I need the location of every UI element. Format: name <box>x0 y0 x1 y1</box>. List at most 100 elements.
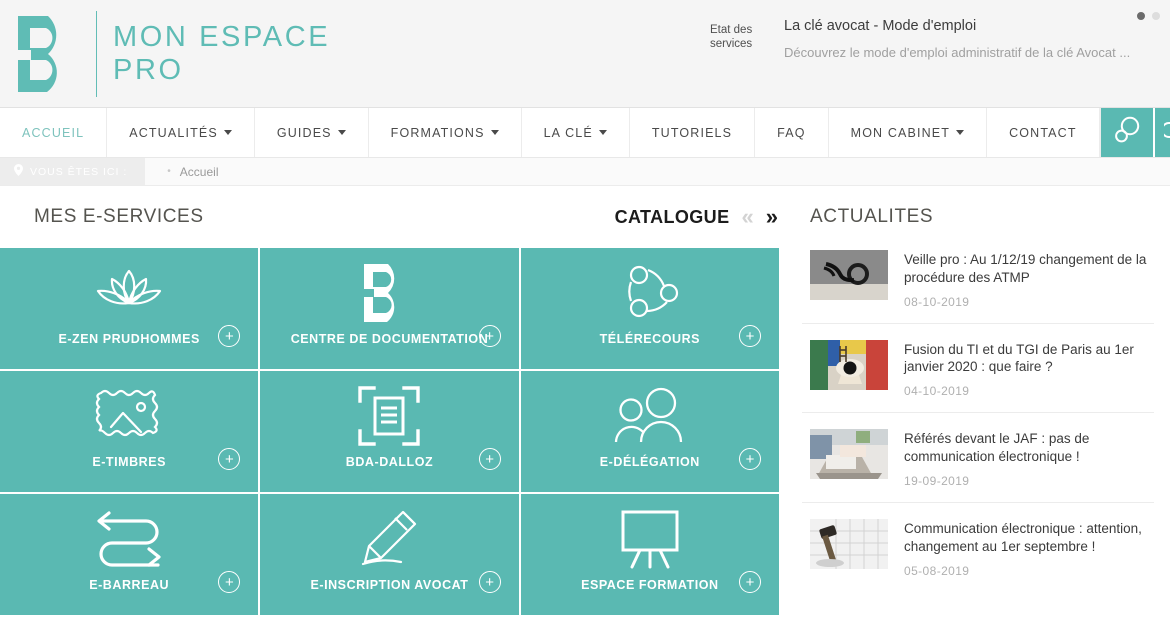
tile-centre-de-documentation[interactable]: CENTRE DE DOCUMENTATION + <box>260 248 519 369</box>
etat-des-services-label[interactable]: Etat des services <box>710 18 768 52</box>
news-date: 05-08-2019 <box>904 563 970 578</box>
page-root: MON ESPACE PRO Etat des services La clé … <box>0 0 1170 643</box>
document-scan-icon <box>357 379 421 453</box>
promo-subtitle: Découvrez le mode d'emploi administratif… <box>784 45 1131 60</box>
eservices-header: MES E-SERVICES CATALOGUE « » <box>0 186 790 248</box>
tile-add-button[interactable]: + <box>218 325 241 347</box>
bd-monogram-icon <box>358 256 420 330</box>
chevron-down-icon <box>337 130 346 135</box>
tile-telerecours[interactable]: TÉLÉRECOURS + <box>520 248 779 369</box>
news-item[interactable]: Référés devant le JAF : pas de communica… <box>802 413 1154 503</box>
nav-label-tutoriels: TUTORIELS <box>651 125 733 140</box>
tile-label: E-DÉLÉGATION <box>599 455 700 469</box>
lotus-flower-icon <box>86 256 172 330</box>
search-button[interactable] <box>1100 108 1153 157</box>
tile-e-inscription-avocat[interactable]: E-INSCRIPTION AVOCAT + <box>260 494 519 615</box>
tile-label: TÉLÉRECOURS <box>599 332 701 346</box>
tile-label: E-INSCRIPTION AVOCAT <box>310 578 469 592</box>
tile-bda-dalloz[interactable]: BDA-DALLOZ + <box>260 371 519 492</box>
catalogue-label[interactable]: CATALOGUE <box>615 207 730 228</box>
nav-label-la-cle: LA CLÉ <box>543 125 593 140</box>
tile-e-delegation[interactable]: E-DÉLÉGATION + <box>520 371 779 492</box>
logo-divider <box>96 10 97 97</box>
breadcrumb-path: • Accueil <box>145 158 218 185</box>
nav-item-formations[interactable]: FORMATIONS <box>369 108 522 157</box>
eservices-column: MES E-SERVICES CATALOGUE « » E-ZEN PRUDH… <box>0 186 790 643</box>
tile-e-zen-prudhommes[interactable]: E-ZEN PRUDHOMMES + <box>0 248 259 369</box>
tile-e-barreau[interactable]: E-BARREAU + <box>0 494 259 615</box>
tile-add-button[interactable]: + <box>478 571 501 593</box>
tile-label: E-TIMBRES <box>92 455 167 469</box>
tile-add-button[interactable]: + <box>739 448 761 470</box>
carousel-prev-icon[interactable]: « <box>742 206 754 228</box>
bookmark-icon <box>1160 117 1170 148</box>
carousel-dot-1[interactable] <box>1137 12 1145 20</box>
map-pin-icon <box>14 164 23 179</box>
tile-add-button[interactable]: + <box>478 448 501 470</box>
news-body: Communication électronique : attention, … <box>904 519 1154 578</box>
logo-wordmark: MON ESPACE PRO <box>113 21 330 86</box>
nav-label-formations: FORMATIONS <box>390 125 485 140</box>
nav-icon-group <box>1100 108 1170 157</box>
tile-add-button[interactable]: + <box>218 448 241 470</box>
news-item[interactable]: Veille pro : Au 1/12/19 changement de la… <box>802 234 1154 324</box>
breadcrumb-current[interactable]: Accueil <box>180 165 219 179</box>
chevron-down-icon <box>956 130 965 135</box>
news-headline: Communication électronique : attention, … <box>904 520 1142 554</box>
nav-item-faq[interactable]: FAQ <box>755 108 829 157</box>
carousel-dots[interactable] <box>1137 12 1160 20</box>
stamp-photo-icon <box>91 379 167 453</box>
nav-item-tutoriels[interactable]: TUTORIELS <box>630 108 756 157</box>
carousel-next-icon[interactable]: » <box>766 206 778 228</box>
whiteboard-easel-icon <box>614 502 686 576</box>
nav-label-actualites: ACTUALITÉS <box>129 125 218 140</box>
carousel-dot-2[interactable] <box>1152 12 1160 20</box>
page-body: MES E-SERVICES CATALOGUE « » E-ZEN PRUDH… <box>0 186 1170 643</box>
main-navigation: ACCUEIL ACTUALITÉS GUIDES FORMATIONS LA … <box>0 108 1170 158</box>
chevron-down-icon <box>223 130 232 135</box>
bookmark-button[interactable] <box>1152 108 1170 157</box>
logo-wordmark-line2: PRO <box>113 53 184 86</box>
etat-line1: Etat des <box>710 24 753 36</box>
tile-add-button[interactable]: + <box>739 571 761 593</box>
news-item[interactable]: Fusion du TI et du TGI de Paris au 1er j… <box>802 324 1154 414</box>
news-date: 08-10-2019 <box>904 294 970 309</box>
tile-e-timbres[interactable]: E-TIMBRES + <box>0 371 259 492</box>
nav-item-actualites[interactable]: ACTUALITÉS <box>107 108 255 157</box>
news-item[interactable]: Communication électronique : attention, … <box>802 503 1154 592</box>
nav-item-guides[interactable]: GUIDES <box>255 108 369 157</box>
news-body: Veille pro : Au 1/12/19 changement de la… <box>904 250 1154 309</box>
nav-label-guides: GUIDES <box>276 125 332 140</box>
catalogue-controls: CATALOGUE « » <box>615 206 778 228</box>
chevron-down-icon <box>490 130 499 135</box>
chevron-down-icon <box>598 130 607 135</box>
news-body: Référés devant le JAF : pas de communica… <box>904 429 1154 488</box>
nav-item-contact[interactable]: CONTACT <box>987 108 1100 157</box>
breadcrumb: VOUS ÊTES ICI : • Accueil <box>0 158 1170 186</box>
news-column: ACTUALITES Veille pro : Au 1/12/19 chang… <box>790 186 1170 643</box>
tile-add-button[interactable]: + <box>739 325 761 347</box>
tile-add-button[interactable]: + <box>478 325 501 347</box>
tile-espace-formation[interactable]: ESPACE FORMATION + <box>520 494 779 615</box>
news-headline: Référés devant le JAF : pas de communica… <box>904 431 1090 465</box>
nav-label-accueil: ACCUEIL <box>22 125 85 140</box>
news-headline: Veille pro : Au 1/12/19 changement de la… <box>904 252 1147 285</box>
bd-monogram-logo-icon <box>10 10 88 98</box>
promo-title: La clé avocat - Mode d'emploi <box>784 18 977 34</box>
nav-label-faq: FAQ <box>777 125 806 140</box>
site-logo[interactable]: MON ESPACE PRO <box>0 10 330 98</box>
tile-label: E-BARREAU <box>89 578 170 592</box>
breadcrumb-bullet-icon: • <box>167 166 171 177</box>
breadcrumb-here-label: VOUS ÊTES ICI : <box>0 158 146 185</box>
nav-item-mon-cabinet[interactable]: MON CABINET <box>829 108 988 157</box>
news-headline: Fusion du TI et du TGI de Paris au 1er j… <box>904 341 1134 375</box>
news-body: Fusion du TI et du TGI de Paris au 1er j… <box>904 340 1154 399</box>
breadcrumb-here-text: VOUS ÊTES ICI : <box>30 165 128 178</box>
tile-add-button[interactable]: + <box>218 571 241 593</box>
nav-item-la-cle[interactable]: LA CLÉ <box>522 108 630 157</box>
header-promo-area: Etat des services La clé avocat - Mode d… <box>710 12 1170 60</box>
exchange-arrows-icon <box>90 502 168 576</box>
promo-carousel[interactable]: La clé avocat - Mode d'emploi Découvrez … <box>784 18 1130 60</box>
search-icon <box>1113 115 1141 150</box>
nav-item-accueil[interactable]: ACCUEIL <box>0 108 108 157</box>
